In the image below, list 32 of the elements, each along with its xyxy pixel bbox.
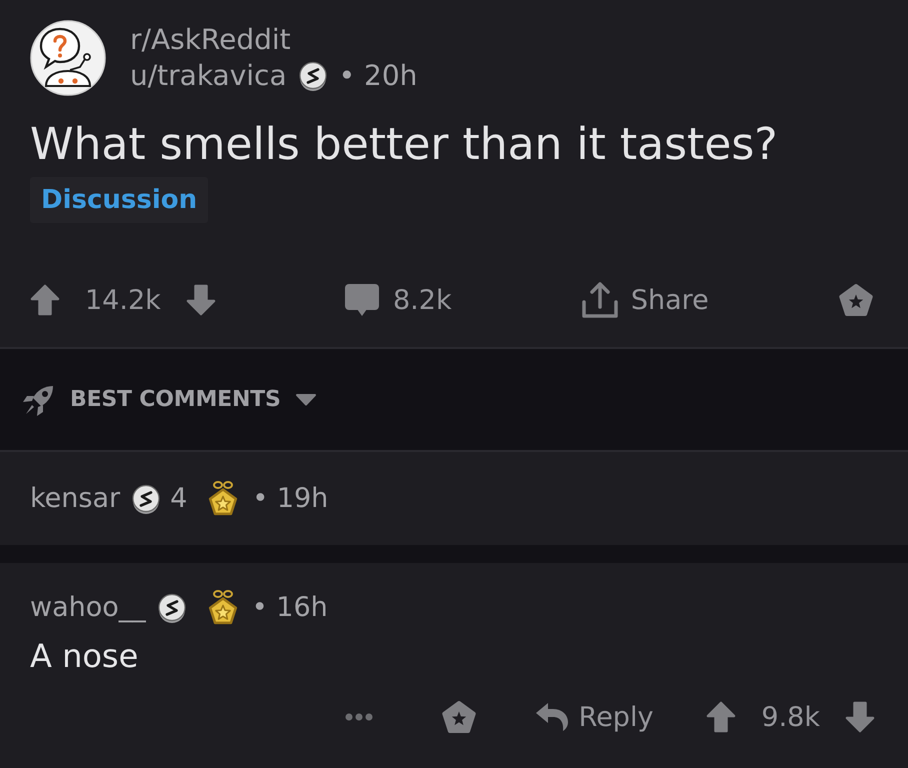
share-icon xyxy=(580,280,620,320)
sort-button[interactable]: BEST COMMENTS xyxy=(22,382,317,416)
reply-button[interactable]: Reply xyxy=(534,701,654,733)
score-count: 14.2k xyxy=(85,284,161,316)
up-arrow-icon[interactable] xyxy=(30,284,60,316)
username-link[interactable]: u/trakavica xyxy=(130,58,287,94)
down-arrow-icon[interactable] xyxy=(845,701,875,733)
down-arrow-icon[interactable] xyxy=(186,284,216,316)
post-title: What smells better than it tastes? xyxy=(30,120,779,170)
reply-arrow-icon xyxy=(534,701,569,733)
comment-author[interactable]: kensar xyxy=(30,481,120,517)
avatar-icon[interactable] xyxy=(30,20,106,96)
comment-text: A nose xyxy=(30,636,140,677)
coin-icon xyxy=(131,483,162,515)
pentagon-star-icon[interactable] xyxy=(836,281,875,319)
coin-icon xyxy=(298,60,328,92)
comments-button[interactable]: 8.2k xyxy=(344,283,452,317)
comment-author[interactable]: wahoo__ xyxy=(30,590,146,626)
comment-time: • 19h xyxy=(252,482,328,516)
ellipsis-icon[interactable] xyxy=(344,713,373,721)
caret-down-icon xyxy=(294,393,317,406)
subreddit-link[interactable]: r/AskReddit xyxy=(130,22,291,58)
share-button[interactable]: Share xyxy=(580,280,709,320)
speech-bubble-icon xyxy=(344,283,380,317)
pentagon-star-icon[interactable] xyxy=(440,698,478,736)
post-time: • 20h xyxy=(338,58,418,94)
up-arrow-icon[interactable] xyxy=(706,701,736,733)
award-count: 4 xyxy=(170,482,188,516)
score-count: 9.8k xyxy=(761,702,820,732)
coin-icon xyxy=(156,592,187,624)
comment-time: • 16h xyxy=(252,591,328,625)
flair-tag: Discussion xyxy=(30,177,208,223)
